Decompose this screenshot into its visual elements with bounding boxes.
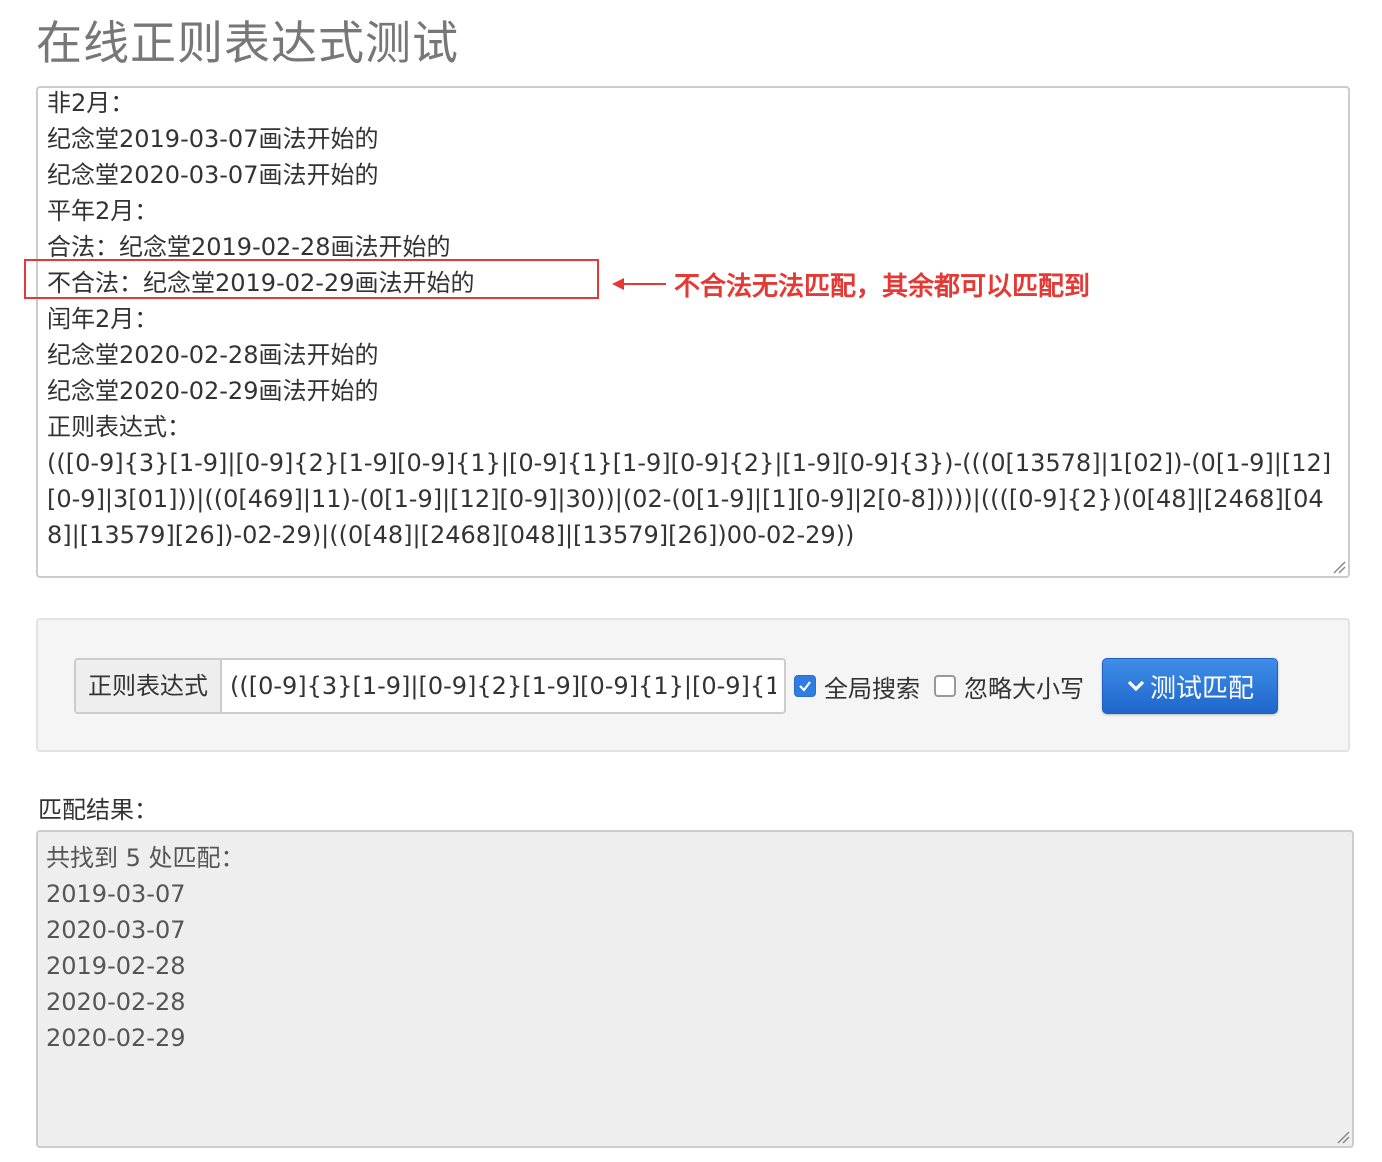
test-match-button[interactable]: 测试匹配 bbox=[1102, 658, 1278, 714]
result-match: 2019-02-28 bbox=[46, 952, 186, 980]
test-match-label: 测试匹配 bbox=[1149, 673, 1254, 704]
resize-handle-icon[interactable] bbox=[1332, 560, 1346, 574]
global-search-checkbox[interactable]: 全局搜索 bbox=[794, 668, 920, 704]
highlight-box bbox=[24, 259, 599, 299]
ignore-case-checkbox[interactable]: 忽略大小写 bbox=[934, 668, 1084, 704]
source-line: 纪念堂2020-03-07画法开始的 bbox=[47, 161, 379, 189]
source-line: 纪念堂2019-03-07画法开始的 bbox=[47, 125, 379, 153]
result-match: 2019-03-07 bbox=[46, 880, 186, 908]
page-title: 在线正则表达式测试 bbox=[36, 16, 459, 70]
source-line: 正则表达式： bbox=[47, 413, 191, 441]
result-match: 2020-03-07 bbox=[46, 916, 186, 944]
regex-input[interactable] bbox=[222, 660, 784, 712]
source-line: 非2月： bbox=[47, 89, 135, 117]
regex-addon-label: 正则表达式 bbox=[76, 660, 222, 712]
result-label: 匹配结果： bbox=[38, 796, 158, 824]
annotation-text: 不合法无法匹配，其余都可以匹配到 bbox=[674, 271, 1091, 302]
source-textarea[interactable]: 非2月： 纪念堂2019-03-07画法开始的 纪念堂2020-03-07画法开… bbox=[36, 86, 1350, 578]
source-line: 纪念堂2020-02-28画法开始的 bbox=[47, 341, 379, 369]
global-search-label: 全局搜索 bbox=[824, 674, 920, 703]
resize-handle-icon[interactable] bbox=[1336, 1130, 1350, 1144]
source-line: 闰年2月： bbox=[47, 305, 159, 333]
checkbox-checked-icon[interactable] bbox=[794, 675, 816, 697]
source-line: 平年2月： bbox=[47, 197, 159, 225]
source-line: 纪念堂2020-02-29画法开始的 bbox=[47, 377, 379, 405]
result-textarea[interactable]: 共找到 5 处匹配： 2019-03-07 2020-03-07 2019-02… bbox=[36, 830, 1354, 1148]
ignore-case-label: 忽略大小写 bbox=[964, 674, 1084, 703]
source-regex-text: (([0-9]{3}[1-9]|[0-9]{2}[1-9][0-9]{1}|[0… bbox=[47, 449, 1332, 549]
chevron-down-icon bbox=[1127, 680, 1145, 692]
result-summary: 共找到 5 处匹配： bbox=[46, 844, 245, 872]
regex-input-group: 正则表达式 bbox=[74, 658, 786, 714]
annotation: 不合法无法匹配，其余都可以匹配到 bbox=[612, 264, 1090, 304]
result-match: 2020-02-29 bbox=[46, 1024, 186, 1052]
checkbox-unchecked-icon[interactable] bbox=[934, 675, 956, 697]
result-match: 2020-02-28 bbox=[46, 988, 186, 1016]
arrow-left-icon bbox=[612, 278, 666, 290]
